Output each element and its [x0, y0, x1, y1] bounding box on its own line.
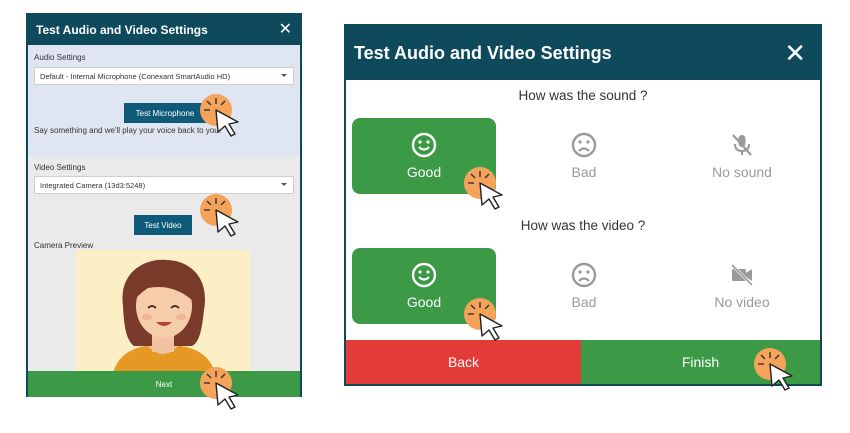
test-microphone-button[interactable]: Test Microphone	[124, 103, 206, 123]
frown-icon	[571, 262, 597, 288]
test-video-button[interactable]: Test Video	[134, 215, 192, 235]
sound-bad-option[interactable]: Bad	[512, 118, 656, 194]
microphone-select-value: Default - Internal Microphone (Conexant …	[40, 71, 231, 81]
person-avatar-illustration	[112, 259, 216, 380]
microphone-select[interactable]: Default - Internal Microphone (Conexant …	[34, 67, 294, 85]
no-video-option[interactable]: No video	[670, 248, 814, 324]
close-icon[interactable]: ✕	[279, 22, 292, 38]
camera-preview-label: Camera Preview	[34, 241, 94, 250]
camera-select-value: Integrated Camera (13d3:5248)	[40, 180, 146, 190]
no-video-label: No video	[714, 294, 770, 310]
right-dialog-title: Test Audio and Video Settings	[354, 42, 612, 63]
left-dialog-titlebar: Test Audio and Video Settings ✕	[28, 15, 300, 45]
video-bad-label: Bad	[571, 294, 597, 310]
video-good-label: Good	[406, 294, 442, 310]
left-dialog-title: Test Audio and Video Settings	[36, 23, 208, 37]
no-sound-option[interactable]: No sound	[670, 118, 814, 194]
video-good-option[interactable]: Good	[352, 248, 496, 324]
smile-icon	[411, 132, 437, 158]
chevron-down-icon	[281, 74, 287, 77]
left-settings-dialog: Test Audio and Video Settings ✕ Audio Se…	[26, 13, 302, 397]
frown-icon	[571, 132, 597, 158]
video-settings-section: Video Settings Integrated Camera (13d3:5…	[28, 157, 300, 381]
sound-good-label: Good	[406, 164, 442, 180]
audio-settings-label: Audio Settings	[34, 53, 86, 62]
audio-settings-section: Audio Settings Default - Internal Microp…	[28, 45, 300, 157]
right-dialog-titlebar: Test Audio and Video Settings ✕	[346, 26, 820, 80]
camera-preview	[76, 250, 250, 380]
camera-select[interactable]: Integrated Camera (13d3:5248)	[34, 176, 294, 194]
audio-hint-text: Say something and we'll play your voice …	[34, 126, 221, 135]
video-bad-option[interactable]: Bad	[512, 248, 656, 324]
finish-button[interactable]: Finish	[581, 340, 820, 384]
back-button[interactable]: Back	[346, 340, 581, 384]
video-question: How was the video ?	[520, 218, 646, 233]
sound-bad-label: Bad	[571, 164, 597, 180]
smile-icon	[411, 262, 437, 288]
dialog-footer: Back Finish	[346, 340, 820, 384]
chevron-down-icon	[281, 183, 287, 186]
right-feedback-dialog: Test Audio and Video Settings ✕ How was …	[344, 24, 822, 386]
video-off-icon	[730, 263, 754, 287]
video-settings-label: Video Settings	[34, 163, 86, 172]
next-button[interactable]: Next	[28, 371, 300, 397]
no-sound-label: No sound	[712, 164, 772, 180]
close-icon[interactable]: ✕	[784, 40, 806, 66]
sound-question: How was the sound ?	[518, 88, 648, 103]
mic-off-icon	[732, 134, 752, 156]
sound-good-option[interactable]: Good	[352, 118, 496, 194]
